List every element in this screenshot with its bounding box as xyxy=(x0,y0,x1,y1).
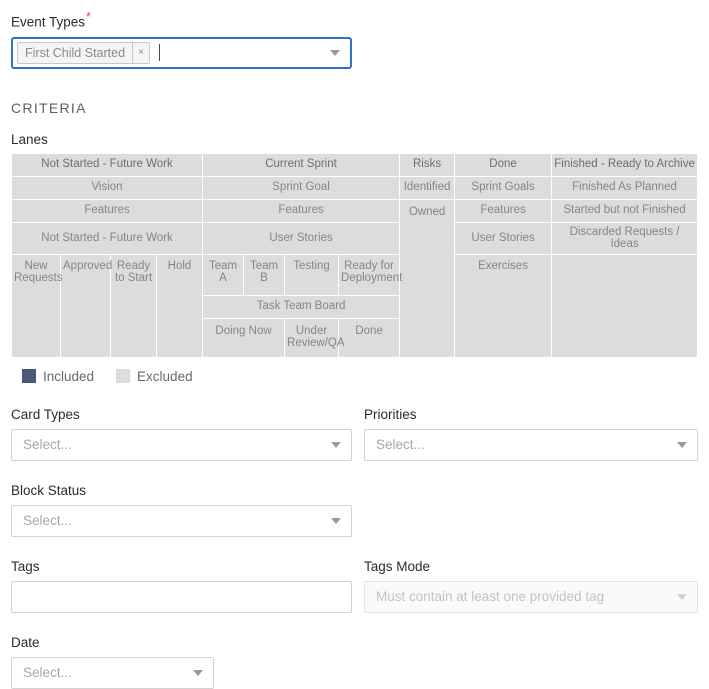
lanes-row-1: Not Started - Future Work Current Sprint… xyxy=(12,153,698,176)
criteria-fields: Card Types Select... Priorities Select..… xyxy=(11,407,698,689)
chevron-down-icon[interactable] xyxy=(330,441,341,448)
lanes-row-4: Not Started - Future Work User Stories U… xyxy=(12,222,698,254)
priorities-label: Priorities xyxy=(363,406,417,422)
date-value: Select... xyxy=(23,665,72,680)
tags-mode-field: Tags Mode Must contain at least one prov… xyxy=(363,558,698,613)
priorities-select[interactable]: Select... xyxy=(363,428,698,461)
chevron-down-icon[interactable] xyxy=(677,441,687,448)
tags-field: Tags xyxy=(11,559,352,613)
legend-item-excluded: Excluded xyxy=(116,369,193,384)
event-type-chip-label: First Child Started xyxy=(25,45,126,60)
lane-cell[interactable]: New Requests xyxy=(12,254,63,357)
tags-mode-label: Tags Mode xyxy=(363,558,430,574)
required-indicator: * xyxy=(86,9,92,24)
lane-cell[interactable]: Discarded Requests / Ideas xyxy=(552,222,698,254)
form-row-4: Date Select... xyxy=(11,635,698,689)
lane-cell[interactable]: Owned xyxy=(400,199,455,357)
lane-cell[interactable]: Not Started - Future Work xyxy=(12,153,203,176)
text-cursor xyxy=(158,44,160,61)
lane-cell[interactable]: Approved xyxy=(61,254,112,357)
lanes-table: Not Started - Future Work Current Sprint… xyxy=(11,152,699,358)
card-types-select[interactable]: Select... xyxy=(11,428,352,461)
lane-cell[interactable]: Features xyxy=(455,199,552,222)
lane-cell[interactable]: Risks xyxy=(400,153,455,176)
lane-cell[interactable]: Testing xyxy=(285,254,339,295)
lane-cell[interactable]: Exercises xyxy=(455,254,552,357)
lane-cell[interactable]: Not Started - Future Work xyxy=(12,222,203,254)
event-types-multiselect[interactable]: First Child Started × xyxy=(11,36,352,69)
lane-cell[interactable]: Done xyxy=(339,318,400,357)
event-type-chip[interactable]: First Child Started × xyxy=(17,41,150,64)
form-row-3: Tags Tags Mode Must contain at least one… xyxy=(11,559,698,613)
lanes-row-5: New Requests Approved Ready to Start Hol… xyxy=(12,254,698,357)
card-types-value: Select... xyxy=(23,437,72,452)
lanes-row-2: Vision Sprint Goal Identified Sprint Goa… xyxy=(12,176,698,199)
lane-cell[interactable]: Ready to Start xyxy=(111,254,156,357)
priorities-field: Priorities Select... xyxy=(363,406,698,461)
lane-cell[interactable]: Task Team Board xyxy=(203,295,400,318)
lane-cell[interactable]: Vision xyxy=(12,176,203,199)
lane-cell[interactable]: Identified xyxy=(400,176,455,199)
criteria-heading: CRITERIA xyxy=(11,99,87,116)
chevron-down-icon[interactable] xyxy=(330,49,340,56)
form-row-2: Block Status Select... xyxy=(11,483,698,537)
form-row-1: Card Types Select... Priorities Select..… xyxy=(11,407,698,461)
lane-cell[interactable]: User Stories xyxy=(455,222,552,254)
tags-mode-select[interactable]: Must contain at least one provided tag xyxy=(363,580,698,613)
criteria-form-page: Event Types* First Child Started × CRITE… xyxy=(0,0,709,689)
block-status-value: Select... xyxy=(23,513,72,528)
lanes-label: Lanes xyxy=(11,131,48,147)
chevron-down-icon[interactable] xyxy=(330,517,341,524)
lane-cell[interactable]: Sprint Goals xyxy=(455,176,552,199)
lane-cell[interactable]: Ready for Deployment xyxy=(339,254,402,295)
lane-cell[interactable]: Features xyxy=(12,199,203,222)
lanes-legend: Included Excluded xyxy=(11,369,698,384)
legend-label-included: Included xyxy=(43,368,95,384)
tags-mode-value: Must contain at least one provided tag xyxy=(375,589,605,604)
lane-cell[interactable]: Hold xyxy=(157,254,203,357)
lane-cell[interactable]: Done xyxy=(455,153,552,176)
chevron-down-icon[interactable] xyxy=(193,669,203,676)
event-types-label: Event Types* xyxy=(11,10,698,31)
date-field: Date Select... xyxy=(11,635,357,689)
priorities-value: Select... xyxy=(375,437,425,452)
block-status-field: Block Status Select... xyxy=(11,483,352,537)
date-select[interactable]: Select... xyxy=(11,656,214,689)
card-types-label: Card Types xyxy=(11,406,80,422)
lanes-grid: Not Started - Future Work Current Sprint… xyxy=(11,152,699,358)
legend-label-excluded: Excluded xyxy=(137,368,193,384)
excluded-swatch-icon xyxy=(116,369,131,383)
lane-cell[interactable]: User Stories xyxy=(203,222,400,254)
included-swatch-icon xyxy=(22,369,36,383)
lane-cell[interactable]: Started but not Finished xyxy=(552,199,698,222)
lane-cell[interactable]: Under Review/QA xyxy=(285,318,345,357)
form-row-2-spacer xyxy=(364,483,698,537)
lane-cell[interactable]: Team B xyxy=(244,254,285,295)
lanes-row-3: Features Features Owned Features Started… xyxy=(12,199,698,357)
block-status-select[interactable]: Select... xyxy=(11,504,352,537)
close-icon[interactable]: × xyxy=(132,42,149,63)
chevron-down-icon xyxy=(677,593,687,600)
lane-cell[interactable]: Current Sprint xyxy=(203,153,400,176)
lane-cell[interactable]: Team A xyxy=(203,254,244,295)
tags-label: Tags xyxy=(11,558,40,574)
card-types-field: Card Types Select... xyxy=(11,407,352,461)
block-status-label: Block Status xyxy=(11,482,87,498)
legend-item-included: Included xyxy=(22,369,94,384)
lane-cell[interactable]: Finished - Ready to Archive xyxy=(552,153,698,176)
event-types-label-text: Event Types xyxy=(11,14,86,30)
lane-cell[interactable]: Doing Now xyxy=(203,318,285,357)
lane-cell[interactable]: Sprint Goal xyxy=(203,176,400,199)
tags-input[interactable] xyxy=(11,580,352,613)
lane-cell-empty[interactable] xyxy=(552,254,698,357)
lane-cell[interactable]: Features xyxy=(203,199,400,222)
lane-cell[interactable]: Finished As Planned xyxy=(552,176,698,199)
